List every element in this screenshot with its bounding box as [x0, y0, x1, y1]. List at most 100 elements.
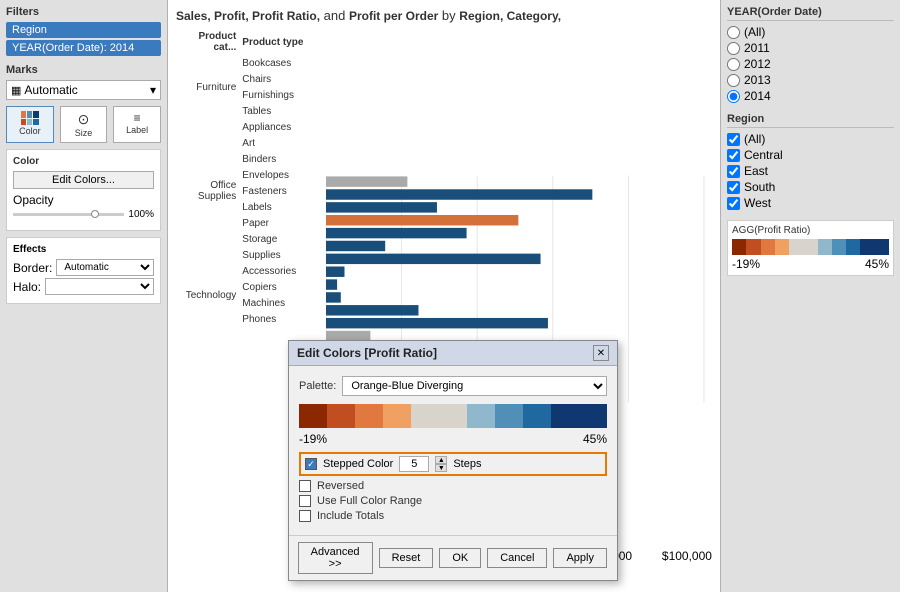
year-radio-all[interactable] [727, 26, 740, 39]
cancel-button[interactable]: Cancel [487, 548, 547, 568]
legend-segment [746, 239, 760, 255]
palette-row: Palette: Orange-Blue Diverging [299, 376, 607, 396]
dropdown-arrow-icon: ▾ [150, 83, 156, 97]
year-option-all: (All) [727, 25, 894, 39]
legend-title: AGG(Profit Ratio) [732, 225, 889, 236]
region-label-central: Central [744, 148, 783, 162]
steps-label: Steps [453, 458, 481, 470]
border-label: Border: [13, 261, 52, 275]
subcategory-label: Phones [240, 311, 326, 327]
opacity-row: Opacity [13, 193, 154, 207]
halo-row: Halo: [13, 278, 154, 295]
filters-section: Filters Region YEAR(Order Date): 2014 [6, 6, 161, 56]
region-checkbox-south[interactable] [727, 181, 740, 194]
dialog-box: Edit Colors [Profit Ratio] ✕ Palette: Or… [288, 340, 618, 581]
ramp-segment [523, 404, 551, 428]
region-checkbox-all[interactable] [727, 133, 740, 146]
ramp-segment [299, 404, 327, 428]
x-tick-5: $100,000 [662, 549, 712, 563]
legend-segment [732, 239, 746, 255]
legend-max: 45% [865, 257, 889, 271]
marks-type-dropdown[interactable]: ▦ Automatic ▾ [6, 80, 161, 100]
dialog-footer: Advanced >> Reset OK Cancel Apply [289, 535, 617, 580]
ramp-segment [467, 404, 495, 428]
ramp-segment [551, 404, 607, 428]
region-checkbox-east[interactable] [727, 165, 740, 178]
ramp-segment [327, 404, 355, 428]
label-mark-button[interactable]: ≡ Label [113, 106, 161, 143]
opacity-value: 100% [128, 209, 154, 220]
edit-colors-button[interactable]: Edit Colors... [13, 171, 154, 189]
region-option-east: East [727, 164, 894, 178]
ramp-segment [411, 404, 467, 428]
legend-segment [860, 239, 889, 255]
color-card: Color Edit Colors... Opacity 100% [6, 149, 161, 231]
subcategory-label: Paper [240, 215, 326, 231]
steps-down-button[interactable]: ▼ [435, 464, 447, 472]
steps-stepper: ▲ ▼ [435, 456, 447, 472]
year-radio-2011[interactable] [727, 42, 740, 55]
reversed-label: Reversed [317, 480, 364, 492]
dialog-close-button[interactable]: ✕ [593, 345, 609, 361]
color-mark-button[interactable]: Color [6, 106, 54, 143]
palette-select[interactable]: Orange-Blue Diverging [342, 376, 607, 396]
year-label-2014: 2014 [744, 89, 771, 103]
table-row: Office SuppliesAppliances [176, 119, 326, 135]
region-filter: Region (All) Central East South West [727, 113, 894, 210]
region-option-south: South [727, 180, 894, 194]
region-label-south: South [744, 180, 775, 194]
size-mark-button[interactable]: ⊙ Size [60, 106, 108, 143]
year-label-2013: 2013 [744, 73, 771, 87]
subcategory-label: Art [240, 135, 326, 151]
dialog-body: Palette: Orange-Blue Diverging -19% 45% [289, 366, 617, 535]
steps-input[interactable]: 5 [399, 456, 429, 472]
region-checkbox-west[interactable] [727, 197, 740, 210]
opacity-label: Opacity [13, 193, 54, 207]
filter-chip-region[interactable]: Region [6, 22, 161, 38]
reversed-checkbox[interactable] [299, 480, 311, 492]
advanced-button[interactable]: Advanced >> [298, 542, 373, 574]
dialog-title-text: Edit Colors [Profit Ratio] [297, 346, 437, 360]
chart-title: Sales, Profit, Profit Ratio, and Profit … [176, 8, 712, 23]
subcategory-label: Appliances [240, 119, 326, 135]
filters-label: Filters [6, 6, 161, 18]
legend-segment [761, 239, 775, 255]
border-dropdown[interactable]: Automatic [56, 259, 154, 276]
steps-up-button[interactable]: ▲ [435, 456, 447, 464]
stepped-color-row: ✓ Stepped Color 5 ▲ ▼ Steps [299, 452, 607, 476]
subcategory-label: Supplies [240, 247, 326, 263]
edit-colors-dialog: Edit Colors [Profit Ratio] ✕ Palette: Or… [288, 340, 618, 581]
region-label-all: (All) [744, 132, 765, 146]
region-label-east: East [744, 164, 768, 178]
year-radio-2013[interactable] [727, 74, 740, 87]
subcategory-label: Tables [240, 103, 326, 119]
halo-label: Halo: [13, 280, 41, 294]
marks-label: Marks [6, 64, 161, 76]
ramp-range: -19% 45% [299, 432, 607, 446]
color-card-title: Color [13, 156, 154, 167]
include-totals-checkbox[interactable] [299, 510, 311, 522]
reset-button[interactable]: Reset [379, 548, 434, 568]
subcategory-label: Binders [240, 151, 326, 167]
year-option-2012: 2012 [727, 57, 894, 71]
filter-chip-year[interactable]: YEAR(Order Date): 2014 [6, 40, 161, 56]
size-button-label: Size [63, 128, 105, 138]
marks-type-label: Automatic [24, 83, 77, 97]
use-full-range-row: Use Full Color Range [299, 495, 607, 507]
region-checkbox-central[interactable] [727, 149, 740, 162]
subcategory-label: Envelopes [240, 167, 326, 183]
legend-segment [832, 239, 846, 255]
use-full-range-checkbox[interactable] [299, 495, 311, 507]
right-panel: YEAR(Order Date) (All) 2011 2012 2013 20… [720, 0, 900, 592]
apply-button[interactable]: Apply [553, 548, 607, 568]
year-radio-2014[interactable] [727, 90, 740, 103]
region-option-west: West [727, 196, 894, 210]
subcategory-label: Storage [240, 231, 326, 247]
region-label-west: West [744, 196, 771, 210]
ok-button[interactable]: OK [439, 548, 481, 568]
subcategory-label: Accessories [240, 263, 326, 279]
stepped-color-checkbox[interactable]: ✓ [305, 458, 317, 470]
halo-dropdown[interactable] [45, 278, 154, 295]
year-label-all: (All) [744, 25, 765, 39]
year-radio-2012[interactable] [727, 58, 740, 71]
